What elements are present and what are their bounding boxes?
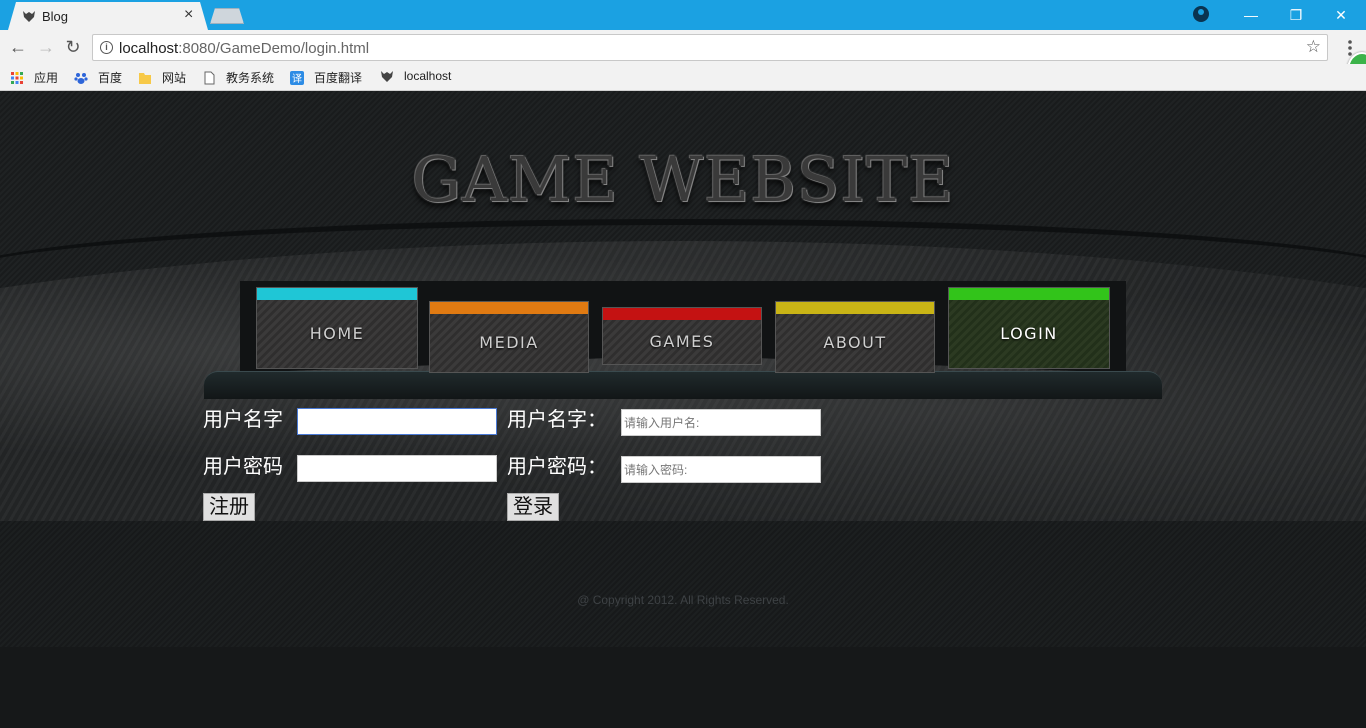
login-button[interactable]: 登录 [507, 493, 559, 521]
site-logo[interactable]: GAME WEBSITE [0, 143, 1366, 216]
nav-label: LOGIN [1000, 323, 1058, 343]
password-label: 用户密码 [203, 456, 283, 478]
bookmark-star-icon[interactable]: ☆ [1306, 37, 1321, 57]
translate-icon: 译 [290, 70, 304, 85]
username-label: 用户名字 [203, 409, 283, 431]
nav-color-bar [257, 288, 417, 300]
nav-label: ABOUT [823, 332, 887, 352]
folder-icon [139, 72, 151, 84]
register-button[interactable]: 注册 [203, 493, 255, 521]
restore-button[interactable]: ❐ [1273, 0, 1319, 30]
browser-tab-blog[interactable]: Blog × [8, 2, 208, 30]
nav-color-bar [949, 288, 1109, 300]
password-label-right: 用户密码： [507, 456, 607, 478]
bookmark-folder-websites[interactable]: 网站 [138, 69, 186, 86]
back-icon[interactable]: ← [8, 37, 28, 57]
bookmark-label: localhost [404, 69, 452, 83]
wolf-favicon-icon [23, 11, 35, 22]
bookmarks-bar: 应用 百度 网站 教务系统 译 百度翻译 localhost [0, 64, 1366, 91]
password-input-right[interactable] [621, 456, 821, 483]
address-bar[interactable]: i localhost:8080/GameDemo/login.html ☆ [92, 34, 1328, 61]
apps-grid-icon [11, 71, 23, 84]
bookmark-apps[interactable]: 应用 [10, 69, 58, 86]
reload-icon[interactable]: ↻ [63, 37, 83, 57]
bookmark-label: 百度 [98, 71, 123, 85]
nav-label: HOME [309, 323, 365, 343]
nav-label: MEDIA [479, 332, 539, 352]
bookmark-label: 百度翻译 [314, 71, 363, 85]
nav-login[interactable]: LOGIN [948, 287, 1110, 369]
tab-close-icon[interactable]: × [184, 6, 193, 24]
bookmark-academic-system[interactable]: 教务系统 [202, 69, 274, 86]
browser-titlebar: Blog × — ❐ ✕ [0, 0, 1366, 30]
minimize-button[interactable]: — [1228, 0, 1274, 30]
wolf-icon [381, 71, 393, 82]
username-label-right: 用户名字： [507, 409, 607, 431]
bookmark-baidu[interactable]: 百度 [74, 69, 122, 86]
new-tab-button[interactable] [210, 8, 244, 24]
account-icon[interactable] [1193, 6, 1209, 22]
game-website-page: GAME WEBSITE HOME MEDIA GAMES ABOUT LOGI… [0, 91, 1366, 728]
bookmark-label: 教务系统 [226, 71, 275, 85]
password-input[interactable] [297, 455, 497, 482]
menu-base [204, 371, 1162, 399]
url-text[interactable]: localhost:8080/GameDemo/login.html [119, 40, 369, 57]
nav-label: GAMES [649, 331, 715, 351]
nav-about[interactable]: ABOUT [775, 301, 935, 373]
info-icon[interactable]: i [100, 41, 113, 54]
bookmark-label: 应用 [34, 71, 59, 85]
svg-text:译: 译 [292, 73, 302, 85]
username-input[interactable] [297, 408, 497, 435]
bookmark-localhost[interactable]: localhost [380, 69, 451, 83]
copyright-text: @ Copyright 2012. All Rights Reserved. [577, 593, 789, 607]
browser-toolbar: ← → ↻ i localhost:8080/GameDemo/login.ht… [0, 30, 1366, 64]
forward-icon[interactable]: → [36, 37, 56, 57]
nav-games[interactable]: GAMES [602, 307, 762, 365]
close-window-button[interactable]: ✕ [1318, 0, 1364, 30]
nav-color-bar [776, 302, 934, 314]
baidu-paw-icon [74, 72, 88, 84]
bookmark-baidu-translate[interactable]: 译 百度翻译 [290, 69, 362, 86]
page-icon [204, 71, 215, 84]
bookmark-label: 网站 [162, 71, 187, 85]
nav-color-bar [603, 308, 761, 320]
footer-band [0, 647, 1366, 728]
username-input-right[interactable] [621, 409, 821, 436]
tab-title: Blog [42, 9, 69, 24]
nav-color-bar [430, 302, 588, 314]
nav-home[interactable]: HOME [256, 287, 418, 369]
nav-media[interactable]: MEDIA [429, 301, 589, 373]
